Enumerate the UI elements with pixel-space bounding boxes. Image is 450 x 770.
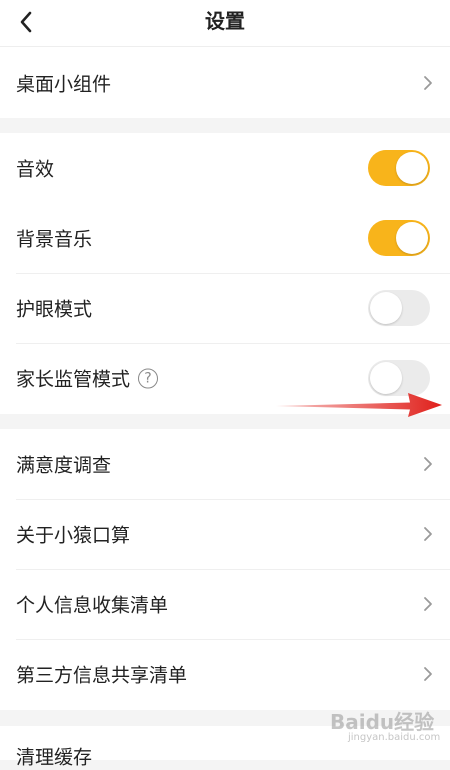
chevron-right-icon xyxy=(424,457,432,471)
row-desktop-widget[interactable]: 桌面小组件 xyxy=(0,47,450,118)
background-music-toggle[interactable] xyxy=(368,220,430,256)
info-group: 满意度调查 关于小猿口算 个人信息收集清单 第三方信息共享清单 xyxy=(0,429,450,710)
row-label: 个人信息收集清单 xyxy=(16,594,169,617)
row-label: 家长监管模式 xyxy=(16,368,131,391)
watermark: Baidu经验 jingyan.baidu.com xyxy=(330,706,445,756)
row-background-music: 背景音乐 xyxy=(0,203,450,273)
sound-effects-toggle[interactable] xyxy=(368,150,430,186)
help-circle-icon[interactable]: ? xyxy=(138,368,159,388)
row-label: 桌面小组件 xyxy=(16,73,112,95)
row-label: 音效 xyxy=(16,158,55,181)
row-personal-info-list[interactable]: 个人信息收集清单 xyxy=(0,569,450,639)
row-label: 满意度调查 xyxy=(16,454,112,477)
row-label: 护眼模式 xyxy=(16,298,93,321)
chevron-right-icon xyxy=(424,597,432,611)
widget-group: 桌面小组件 xyxy=(0,47,450,118)
row-label: 关于小猿口算 xyxy=(16,524,131,547)
row-label: 第三方信息共享清单 xyxy=(16,664,188,687)
row-about[interactable]: 关于小猿口算 xyxy=(0,499,450,569)
row-eye-care-mode: 护眼模式 xyxy=(0,273,450,343)
toggle-knob xyxy=(396,222,428,254)
nav-bar: 设置 xyxy=(0,0,450,47)
eye-care-toggle[interactable] xyxy=(368,290,430,326)
row-label: 清理缓存 xyxy=(16,746,93,769)
toggle-group: 音效 背景音乐 护眼模式 家长监管模式 ? xyxy=(0,133,450,414)
chevron-right-icon xyxy=(424,75,432,90)
toggle-knob xyxy=(396,152,428,184)
row-third-party-sharing[interactable]: 第三方信息共享清单 xyxy=(0,639,450,709)
red-arrow-icon xyxy=(276,393,442,417)
watermark-url: jingyan.baidu.com xyxy=(348,732,441,743)
toggle-knob xyxy=(370,292,402,324)
row-label: 背景音乐 xyxy=(16,228,93,251)
watermark-brand: Baidu经验 xyxy=(330,710,435,734)
page-title: 设置 xyxy=(205,9,245,33)
chevron-right-icon xyxy=(424,667,432,681)
row-satisfaction-survey[interactable]: 满意度调查 xyxy=(0,429,450,499)
chevron-right-icon xyxy=(424,527,432,541)
row-sound-effects: 音效 xyxy=(0,133,450,203)
row-label-wrap: 家长监管模式 ? xyxy=(16,365,159,392)
